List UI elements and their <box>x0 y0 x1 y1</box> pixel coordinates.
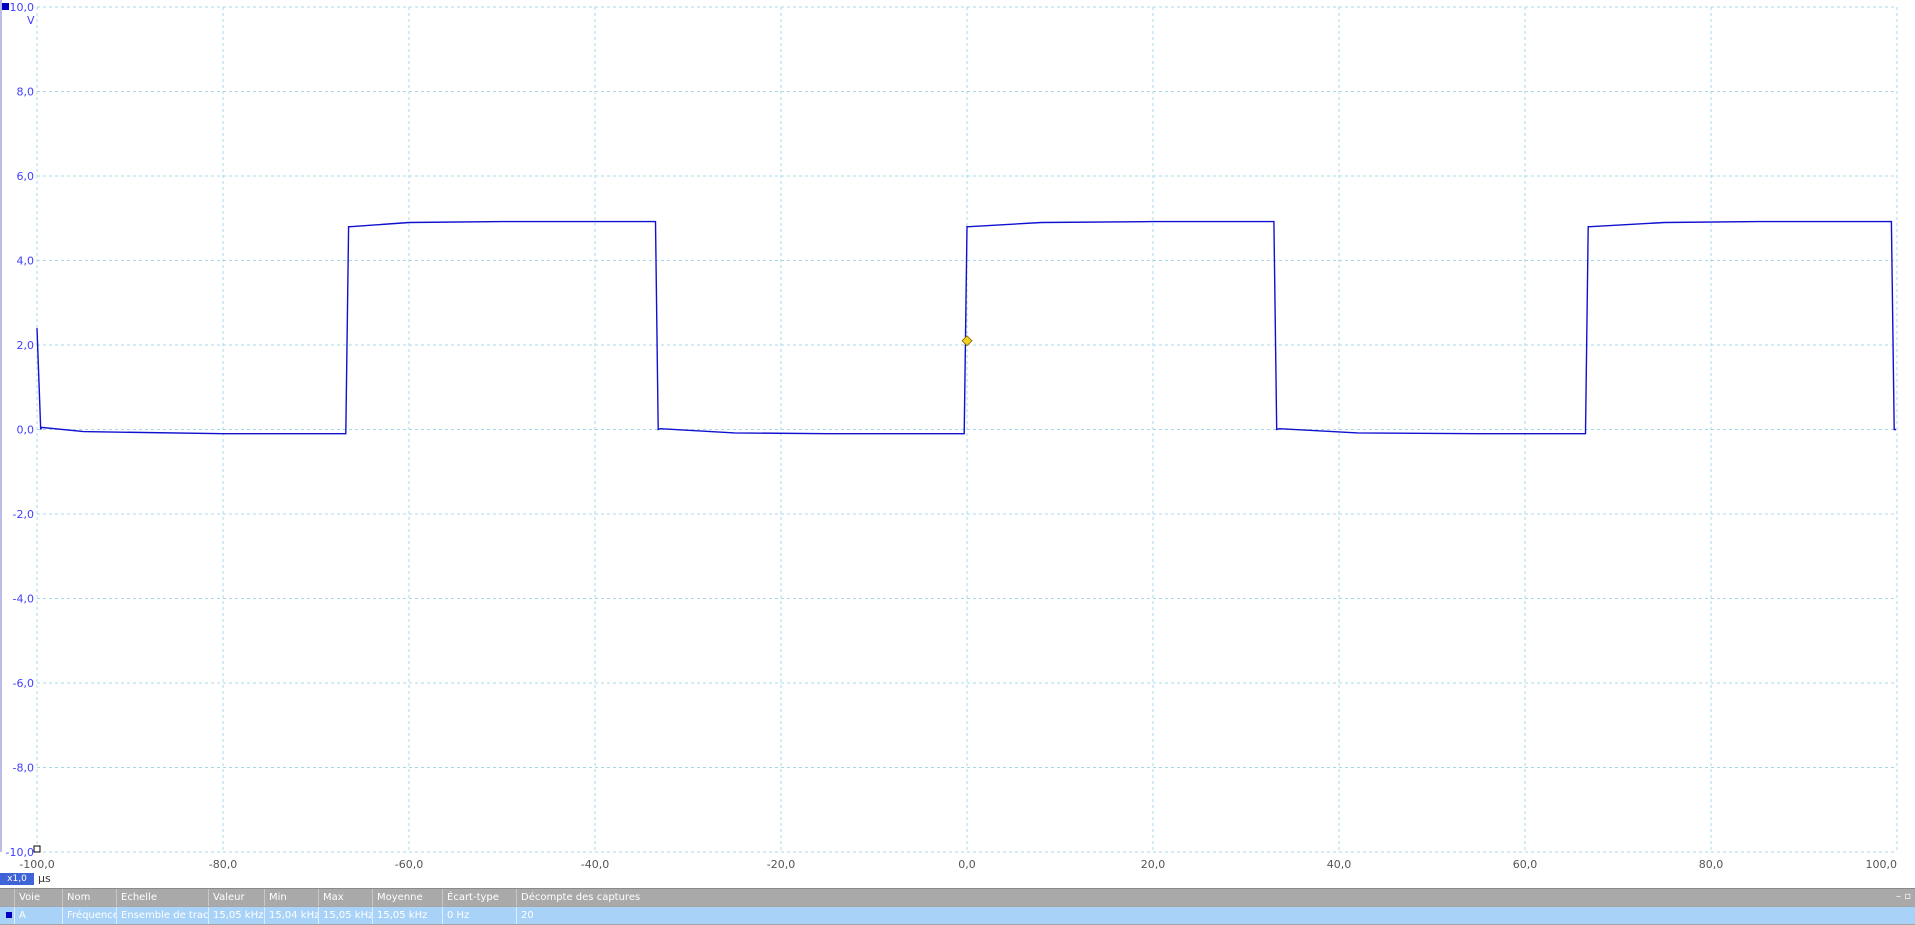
col-valeur[interactable]: Valeur <box>208 889 265 906</box>
col-echelle[interactable]: Echelle <box>116 889 209 906</box>
x-tick-label: -100,0 <box>19 858 54 871</box>
y-tick-label: 2,0 <box>17 339 35 352</box>
y-tick-label: -6,0 <box>13 677 34 690</box>
scope-plot[interactable]: 10,08,06,04,02,00,0-2,0-4,0-6,0-8,0-10,0… <box>0 0 1915 888</box>
cell-echelle: Ensemble de traces <box>116 907 209 924</box>
cell-nom: Fréquence <box>62 907 117 924</box>
col-ecart-type[interactable]: Écart-type <box>442 889 519 906</box>
cell-voie: A <box>14 907 63 924</box>
y-tick-label: 4,0 <box>17 255 35 268</box>
trigger-marker[interactable] <box>961 335 973 347</box>
channel-a-indicator[interactable] <box>2 3 9 10</box>
cell-min: 15,04 kHz <box>264 907 319 924</box>
cell-decompte: 20 <box>516 907 681 924</box>
x-tick-label: 20,0 <box>1141 858 1166 871</box>
y-tick-label: 10,0 <box>10 1 35 14</box>
y-tick-label: 8,0 <box>17 86 35 99</box>
ruler-handle[interactable] <box>33 845 41 853</box>
col-decompte[interactable]: Décompte des captures <box>516 889 681 906</box>
y-tick-label: -8,0 <box>13 762 34 775</box>
zoom-level-badge[interactable]: x1,0 <box>0 873 34 885</box>
col-nom[interactable]: Nom <box>62 889 117 906</box>
y-tick-label: -2,0 <box>13 508 34 521</box>
oscilloscope-view[interactable]: 10,0 8,0 6,0 4,0 2,0 0,0 -2,0 -4,0 -6,0 -8,0 -10,0… <box>0 0 1915 888</box>
measurements-header-row: Voie Nom Echelle Valeur Min Max Moyenne … <box>0 889 1915 906</box>
measurements-panel: Voie Nom Echelle Valeur Min Max Moyenne … <box>0 888 1915 925</box>
col-min[interactable]: Min <box>264 889 319 906</box>
x-tick-label: -40,0 <box>581 858 609 871</box>
col-max[interactable]: Max <box>318 889 373 906</box>
col-voie[interactable]: Voie <box>14 889 63 906</box>
cell-moyenne: 15,05 kHz <box>372 907 443 924</box>
x-tick-label: 40,0 <box>1327 858 1352 871</box>
cell-ecart-type: 0 Hz <box>442 907 519 924</box>
x-tick-label: -20,0 <box>767 858 795 871</box>
x-tick-label: -80,0 <box>209 858 237 871</box>
panel-window-controls[interactable]: – ▫ <box>1896 891 1911 902</box>
x-axis-unit: µs <box>38 872 51 885</box>
cell-valeur: 15,05 kHz <box>208 907 265 924</box>
col-moyenne[interactable]: Moyenne <box>372 889 443 906</box>
y-axis-unit: V <box>27 14 35 27</box>
y-tick-label: -4,0 <box>13 593 34 606</box>
cell-max: 15,05 kHz <box>318 907 373 924</box>
x-tick-label: 60,0 <box>1513 858 1538 871</box>
x-tick-label: -60,0 <box>395 858 423 871</box>
y-tick-label: 0,0 <box>17 424 35 437</box>
x-tick-label: 100,0 <box>1866 858 1898 871</box>
channel-a-swatch <box>6 912 12 918</box>
y-tick-label: 6,0 <box>17 170 35 183</box>
measurement-row[interactable]: A Fréquence Ensemble de traces 15,05 kHz… <box>0 907 1915 924</box>
x-tick-label: 80,0 <box>1699 858 1724 871</box>
x-tick-label: 0,0 <box>958 858 976 871</box>
